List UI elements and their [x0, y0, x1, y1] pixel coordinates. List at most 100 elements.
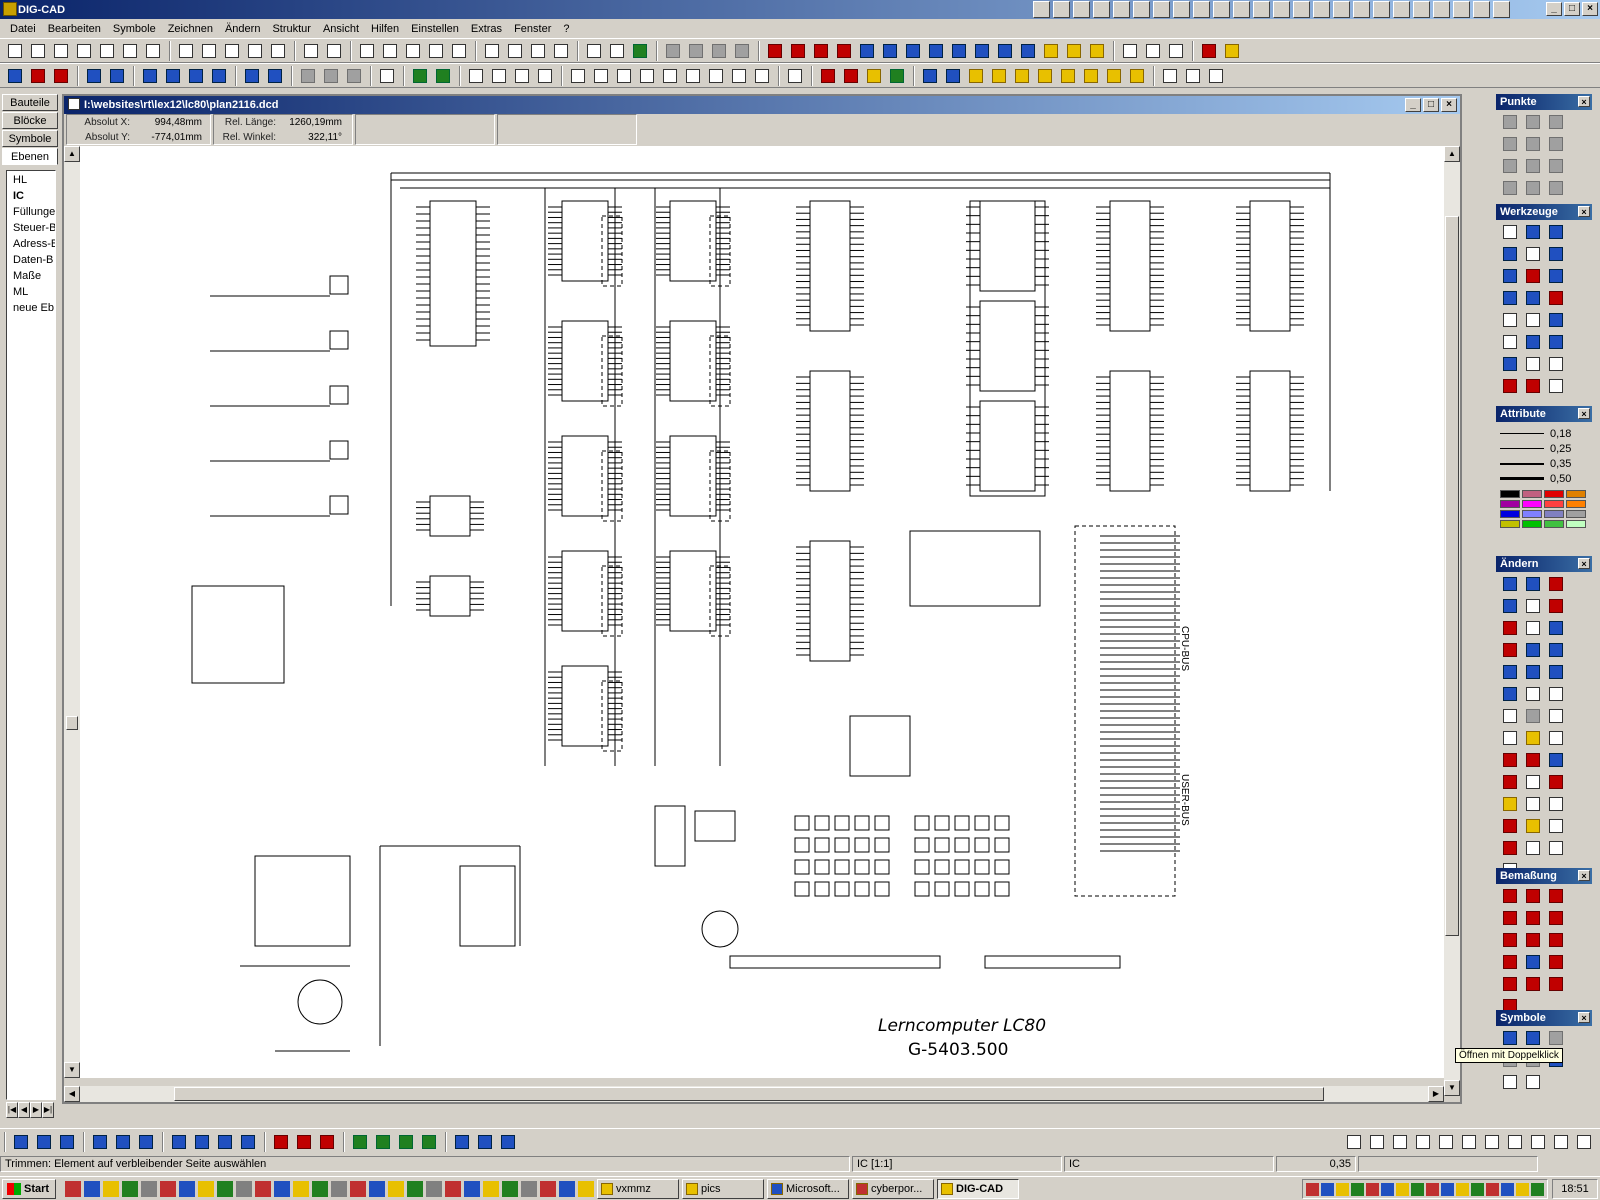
- taskbar-button[interactable]: cyberpor...: [852, 1178, 934, 1199]
- toolbar-tool-icon[interactable]: [4, 65, 26, 87]
- toolbar-tool-icon[interactable]: [1366, 1131, 1388, 1153]
- toolbar-tool-icon[interactable]: [1523, 618, 1543, 638]
- quicklaunch-icon[interactable]: [236, 1180, 252, 1197]
- maximize-icon[interactable]: □: [1423, 98, 1439, 112]
- color-swatch[interactable]: [1500, 500, 1520, 508]
- tray-icon[interactable]: [1441, 1183, 1454, 1196]
- line-width-option[interactable]: 0,18: [1496, 426, 1592, 441]
- toolbar-tool-icon[interactable]: [1546, 222, 1566, 242]
- color-swatch[interactable]: [1566, 500, 1586, 508]
- layer-item[interactable]: Füllunge: [13, 205, 55, 221]
- toolbar-tool-icon[interactable]: [1546, 952, 1566, 972]
- line-width-option[interactable]: 0,50: [1496, 471, 1592, 486]
- toolbar-tool-icon[interactable]: [1500, 706, 1520, 726]
- quicklaunch-icon[interactable]: [331, 1180, 347, 1197]
- quicklaunch-icon[interactable]: [464, 1180, 480, 1197]
- quicklaunch-icon[interactable]: [1033, 1, 1050, 18]
- toolbar-tool-icon[interactable]: [1040, 40, 1062, 62]
- quicklaunch-icon[interactable]: [65, 1180, 81, 1197]
- toolbar-tool-icon[interactable]: [527, 40, 549, 62]
- toolbar-tool-icon[interactable]: [83, 65, 105, 87]
- toolbar-tool-icon[interactable]: [728, 65, 750, 87]
- taskbar-button[interactable]: pics: [682, 1178, 764, 1199]
- quicklaunch-icon[interactable]: [84, 1180, 100, 1197]
- close-icon[interactable]: ×: [1578, 1012, 1590, 1023]
- toolbar-tool-icon[interactable]: [1546, 816, 1566, 836]
- toolbar-tool-icon[interactable]: [583, 40, 605, 62]
- toolbar-tool-icon[interactable]: [267, 40, 289, 62]
- toolbar-tool-icon[interactable]: [1500, 574, 1520, 594]
- quicklaunch-icon[interactable]: [483, 1180, 499, 1197]
- toolbar-tool-icon[interactable]: [784, 65, 806, 87]
- toolbar-tool-icon[interactable]: [1523, 310, 1543, 330]
- tab-bauteile[interactable]: Bauteile: [2, 94, 58, 111]
- toolbar-tool-icon[interactable]: [1500, 816, 1520, 836]
- toolbar-tool-icon[interactable]: [175, 40, 197, 62]
- toolbar-tool-icon[interactable]: [1011, 65, 1033, 87]
- toolbar-tool-icon[interactable]: [1523, 886, 1543, 906]
- tray-icon[interactable]: [1486, 1183, 1499, 1196]
- toolbar-tool-icon[interactable]: [33, 1131, 55, 1153]
- toolbar-tool-icon[interactable]: [1523, 376, 1543, 396]
- close-icon[interactable]: ×: [1578, 870, 1590, 881]
- toolbar-tool-icon[interactable]: [629, 40, 651, 62]
- toolbar-tool-icon[interactable]: [1080, 65, 1102, 87]
- tab-symbole[interactable]: Symbole: [2, 130, 58, 147]
- toolbar-tool-icon[interactable]: [1523, 574, 1543, 594]
- toolbar-tool-icon[interactable]: [214, 1131, 236, 1153]
- toolbar-tool-icon[interactable]: [817, 65, 839, 87]
- toolbar-tool-icon[interactable]: [106, 65, 128, 87]
- quicklaunch-icon[interactable]: [1453, 1, 1470, 18]
- toolbar-tool-icon[interactable]: [534, 65, 556, 87]
- toolbar-tool-icon[interactable]: [27, 65, 49, 87]
- toolbar-tool-icon[interactable]: [1500, 596, 1520, 616]
- toolbar-tool-icon[interactable]: [685, 40, 707, 62]
- toolbar-tool-icon[interactable]: [919, 65, 941, 87]
- scroll-right-icon[interactable]: ▶: [1428, 1086, 1444, 1102]
- quicklaunch-icon[interactable]: [1233, 1, 1250, 18]
- quicklaunch-icon[interactable]: [1133, 1, 1150, 18]
- toolbar-tool-icon[interactable]: [682, 65, 704, 87]
- tray-icon[interactable]: [1471, 1183, 1484, 1196]
- toolbar-tool-icon[interactable]: [50, 65, 72, 87]
- toolbar-tool-icon[interactable]: [1523, 596, 1543, 616]
- quicklaunch-icon[interactable]: [502, 1180, 518, 1197]
- toolbar-tool-icon[interactable]: [162, 65, 184, 87]
- toolbar-tool-icon[interactable]: [1500, 930, 1520, 950]
- toolbar-tool-icon[interactable]: [1500, 618, 1520, 638]
- toolbar-tool-icon[interactable]: [659, 65, 681, 87]
- color-swatch[interactable]: [1544, 520, 1564, 528]
- toolbar-tool-icon[interactable]: [1523, 838, 1543, 858]
- toolbar-tool-icon[interactable]: [550, 40, 572, 62]
- color-swatch[interactable]: [1522, 520, 1542, 528]
- toolbar-tool-icon[interactable]: [300, 40, 322, 62]
- toolbar-tool-icon[interactable]: [636, 65, 658, 87]
- menu-extras[interactable]: Extras: [465, 23, 508, 35]
- taskbar-button-digcad[interactable]: DIG-CAD: [937, 1178, 1019, 1199]
- quicklaunch-icon[interactable]: [103, 1180, 119, 1197]
- quicklaunch-icon[interactable]: [1153, 1, 1170, 18]
- color-swatch[interactable]: [1500, 490, 1520, 498]
- quicklaunch-icon[interactable]: [1333, 1, 1350, 18]
- quicklaunch-icon[interactable]: [407, 1180, 423, 1197]
- color-swatch[interactable]: [1544, 500, 1564, 508]
- toolbar-tool-icon[interactable]: [168, 1131, 190, 1153]
- tray-icon[interactable]: [1531, 1183, 1544, 1196]
- toolbar-tool-icon[interactable]: [1523, 816, 1543, 836]
- menu-datei[interactable]: Datei: [4, 23, 42, 35]
- toolbar-tool-icon[interactable]: [1017, 40, 1039, 62]
- toolbar-tool-icon[interactable]: [376, 65, 398, 87]
- last-icon[interactable]: ▶|: [42, 1102, 54, 1118]
- quicklaunch-icon[interactable]: [1493, 1, 1510, 18]
- toolbar-tool-icon[interactable]: [902, 40, 924, 62]
- quicklaunch-icon[interactable]: [1093, 1, 1110, 18]
- toolbar-tool-icon[interactable]: [705, 65, 727, 87]
- toolbar-tool-icon[interactable]: [1500, 310, 1520, 330]
- menu-struktur[interactable]: Struktur: [266, 23, 317, 35]
- toolbar-tool-icon[interactable]: [142, 40, 164, 62]
- toolbar-tool-icon[interactable]: [1546, 178, 1566, 198]
- toolbar-tool-icon[interactable]: [606, 40, 628, 62]
- tab-bloecke[interactable]: Blöcke: [2, 112, 58, 129]
- toolbar-tool-icon[interactable]: [1546, 618, 1566, 638]
- toolbar-tool-icon[interactable]: [112, 1131, 134, 1153]
